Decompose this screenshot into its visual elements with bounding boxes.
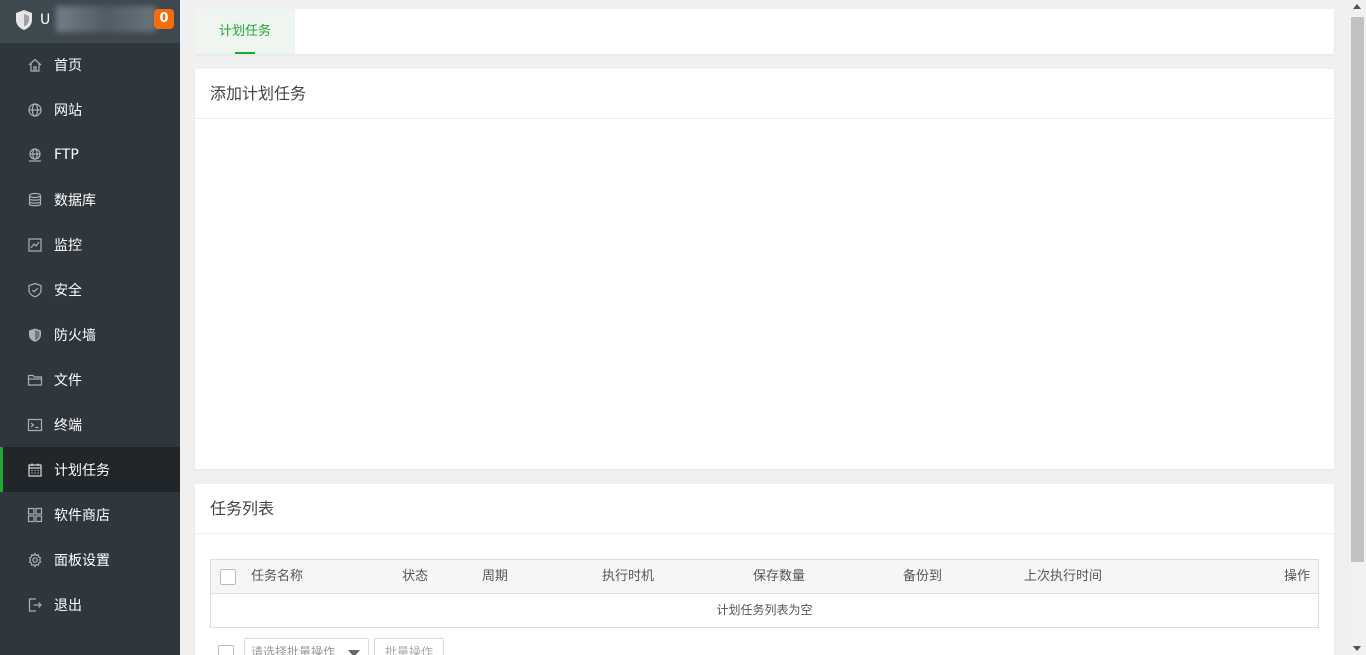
column-header: 备份到 (903, 569, 943, 584)
task-list-title: 任务列表 (195, 484, 1334, 534)
scroll-down-icon[interactable] (1353, 646, 1361, 651)
sidebar-item-label: 面板设置 (54, 552, 110, 569)
table-header: 任务名称 状态 周期 执行时机 保存数量 备份到 上次执行时间 操作 (211, 560, 1318, 594)
column-header: 任务名称 (251, 569, 304, 584)
column-header: 保存数量 (753, 569, 806, 584)
globe-icon (26, 101, 44, 119)
sidebar-item-security[interactable]: 安全 (0, 267, 180, 312)
logo-shield-icon (16, 10, 32, 30)
tab-active-indicator (235, 52, 255, 54)
sidebar-item-label: 防火墙 (54, 327, 96, 344)
batch-operation-select[interactable]: 请选择批量操作 (244, 638, 369, 655)
batch-select-checkbox[interactable] (218, 645, 234, 655)
sidebar-item-ftp[interactable]: FTP (0, 132, 180, 177)
select-all-checkbox[interactable] (220, 569, 236, 585)
sidebar-item-label: 首页 (54, 58, 82, 74)
task-list-panel: 任务列表 任务名称 状态 周期 执行时机 保存数量 备份到 上次执行时间 操作 … (195, 484, 1334, 655)
notification-badge[interactable]: 0 (154, 9, 174, 29)
page-scrollbar[interactable] (1349, 0, 1366, 655)
sidebar-item-website[interactable]: 网站 (0, 87, 180, 132)
sidebar-item-logout[interactable]: 退出 (0, 582, 180, 627)
sidebar-nav: 首页 网站 FTP 数据库 监控 安全 防火墙 文件 终端 计划任务 软件商店 … (0, 43, 180, 627)
tab-cron[interactable]: 计划任务 (195, 9, 295, 54)
sidebar-item-database[interactable]: 数据库 (0, 177, 180, 222)
apps-grid-icon (26, 506, 44, 524)
sidebar-item-home[interactable]: 首页 (0, 43, 180, 87)
host-name-redacted (56, 6, 156, 32)
sidebar-item-label: 计划任务 (54, 462, 110, 479)
sidebar-item-firewall[interactable]: 防火墙 (0, 312, 180, 357)
batch-operation-button[interactable]: 批量操作 (374, 638, 444, 655)
sidebar-header: U 0 (0, 0, 180, 43)
batch-select-placeholder: 请选择批量操作 (251, 645, 336, 655)
home-icon (26, 56, 44, 74)
tab-bar: 计划任务 (195, 9, 1334, 54)
sidebar-item-label: 软件商店 (54, 507, 110, 524)
sidebar-item-app-store[interactable]: 软件商店 (0, 492, 180, 537)
logout-icon (26, 596, 44, 614)
sidebar-item-settings[interactable]: 面板设置 (0, 537, 180, 582)
scrollbar-thumb[interactable] (1351, 17, 1364, 562)
column-header: 状态 (402, 569, 429, 584)
sidebar-item-label: FTP (54, 146, 79, 163)
task-table: 任务名称 状态 周期 执行时机 保存数量 备份到 上次执行时间 操作 计划任务列… (210, 559, 1319, 628)
sidebar-item-files[interactable]: 文件 (0, 357, 180, 402)
sidebar-item-label: 数据库 (54, 192, 96, 209)
column-header: 执行时机 (602, 569, 655, 584)
sidebar-item-terminal[interactable]: 终端 (0, 402, 180, 447)
monitor-icon (26, 236, 44, 254)
sidebar-item-label: 安全 (54, 282, 82, 299)
firewall-shield-icon (26, 326, 44, 344)
sidebar-item-monitor[interactable]: 监控 (0, 222, 180, 267)
column-header: 操作 (1283, 569, 1310, 584)
database-icon (26, 191, 44, 209)
column-header: 周期 (482, 569, 509, 584)
sidebar: U 0 首页 网站 FTP 数据库 监控 安全 防火墙 文件 终端 计划任务 软… (0, 0, 180, 655)
table-empty-message: 计划任务列表为空 (716, 603, 813, 617)
gear-icon (26, 551, 44, 569)
calendar-icon (26, 461, 44, 479)
sidebar-item-cron[interactable]: 计划任务 (0, 447, 180, 492)
chevron-down-icon (348, 650, 360, 655)
add-task-title: 添加计划任务 (195, 69, 1334, 119)
sidebar-item-label: 文件 (54, 372, 82, 389)
sidebar-item-label: 退出 (54, 597, 82, 614)
column-header: 上次执行时间 (1024, 569, 1103, 584)
sidebar-item-label: 终端 (54, 417, 82, 434)
folder-icon (26, 371, 44, 389)
add-task-panel: 添加计划任务 (195, 69, 1334, 469)
ftp-icon (26, 146, 44, 164)
host-name: U (40, 12, 51, 28)
sidebar-item-label: 网站 (54, 102, 82, 119)
scroll-up-icon[interactable] (1353, 4, 1361, 9)
sidebar-item-label: 监控 (54, 237, 82, 254)
shield-check-icon (26, 281, 44, 299)
tab-label: 计划任务 (218, 24, 271, 39)
terminal-icon (26, 416, 44, 434)
